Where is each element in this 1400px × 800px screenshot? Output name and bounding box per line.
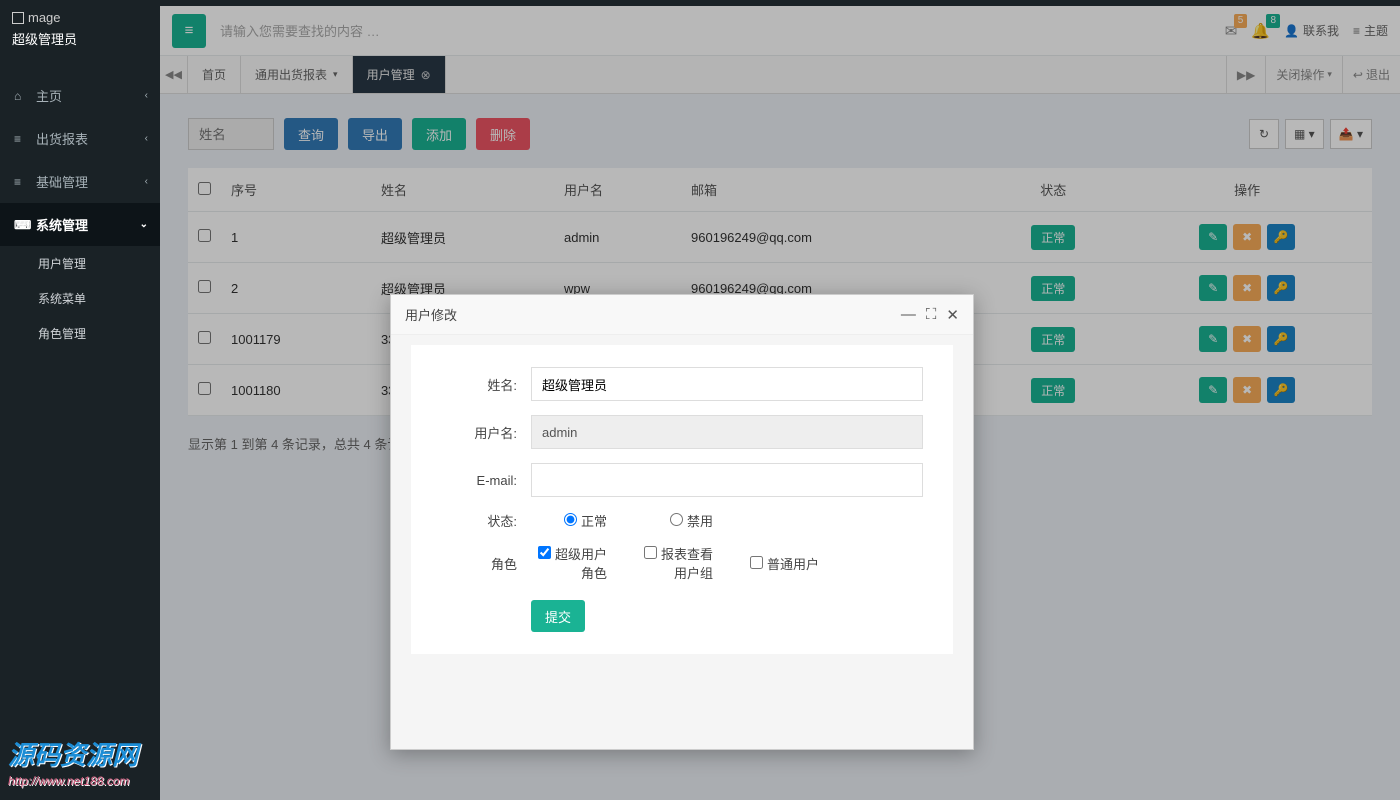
name-input[interactable] — [531, 367, 923, 401]
role-super-checkbox[interactable] — [538, 546, 551, 559]
edit-user-dialog: 用户修改 — ⛶ ✕ 姓名: 用户名: E-mail: 状态: 正常 禁用 — [390, 294, 974, 750]
name-label: 姓名: — [441, 375, 531, 394]
list-icon: ≡ — [14, 175, 28, 189]
current-role: 超级管理员 — [12, 29, 148, 48]
sidebar-item-system-management[interactable]: ⌨ 系统管理 ⌄ — [0, 203, 160, 246]
brand: mage 超级管理员 — [0, 0, 160, 54]
submenu-item-role-management[interactable]: 角色管理 — [0, 316, 160, 351]
chevron-left-icon: ‹ — [145, 133, 148, 144]
role-super-option[interactable]: 超级用户角色 — [531, 544, 621, 582]
submit-button[interactable]: 提交 — [531, 600, 585, 632]
status-normal-radio[interactable] — [564, 513, 577, 526]
email-label: E-mail: — [441, 473, 531, 488]
chevron-left-icon: ‹ — [145, 90, 148, 101]
monitor-icon: ⌨ — [14, 218, 28, 232]
role-report-option[interactable]: 报表查看用户组 — [637, 544, 727, 582]
status-disabled-radio[interactable] — [670, 513, 683, 526]
sidebar-item-basic-management[interactable]: ≡ 基础管理 ‹ — [0, 160, 160, 203]
close-icon[interactable]: ✕ — [946, 306, 959, 324]
status-normal-option[interactable]: 正常 — [531, 511, 621, 530]
role-report-checkbox[interactable] — [644, 546, 657, 559]
home-icon: ⌂ — [14, 89, 28, 103]
sidebar-item-home[interactable]: ⌂ 主页 ‹ — [0, 74, 160, 117]
username-label: 用户名: — [441, 423, 531, 442]
sidebar-item-label: 基础管理 — [36, 172, 88, 191]
status-disabled-option[interactable]: 禁用 — [637, 511, 727, 530]
maximize-icon[interactable]: ⛶ — [926, 306, 937, 324]
sidebar-item-label: 主页 — [36, 86, 62, 105]
chevron-left-icon: ‹ — [145, 176, 148, 187]
sidebar: mage 超级管理员 ⌂ 主页 ‹ ≡ 出货报表 ‹ ≡ 基础管理 ‹ ⌨ 系统管理 ⌄ 用户管… — [0, 0, 160, 800]
chevron-down-icon: ⌄ — [140, 219, 148, 230]
sidebar-item-shipping-report[interactable]: ≡ 出货报表 ‹ — [0, 117, 160, 160]
submenu-item-user-management[interactable]: 用户管理 — [0, 246, 160, 281]
email-input[interactable] — [531, 463, 923, 497]
role-label: 角色 — [441, 554, 531, 573]
watermark: 源码资源网 http://www.net188.com — [8, 735, 138, 788]
dialog-title: 用户修改 — [405, 305, 457, 324]
role-normal-option[interactable]: 普通用户 — [743, 554, 833, 573]
sidebar-item-label: 出货报表 — [36, 129, 88, 148]
list-icon: ≡ — [14, 132, 28, 146]
username-input — [531, 415, 923, 449]
role-normal-checkbox[interactable] — [750, 556, 763, 569]
minimize-icon[interactable]: — — [901, 306, 916, 324]
status-label: 状态: — [441, 511, 531, 530]
logo-icon — [12, 12, 24, 24]
submenu-item-system-menu[interactable]: 系统菜单 — [0, 281, 160, 316]
logo-text: mage — [28, 10, 61, 25]
sidebar-item-label: 系统管理 — [36, 215, 88, 234]
